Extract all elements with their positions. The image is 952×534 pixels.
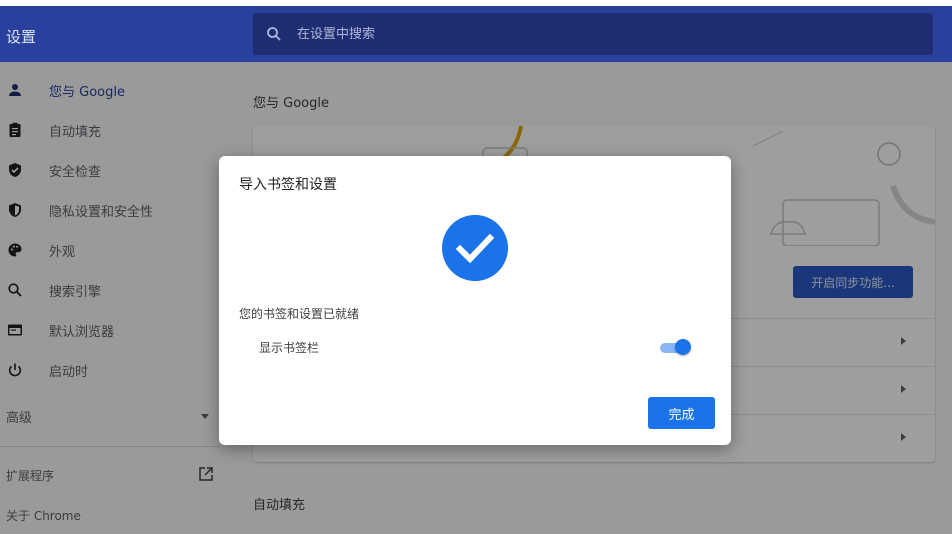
dialog-title: 导入书签和设置 [239, 177, 337, 193]
search-input[interactable] [297, 13, 897, 55]
show-bookmarks-bar-toggle[interactable] [659, 339, 691, 357]
toggle-knob [675, 339, 691, 355]
done-button[interactable]: 完成 [648, 397, 715, 429]
settings-search-box[interactable] [253, 13, 933, 55]
show-bookmarks-bar-label: 显示书签栏 [259, 341, 320, 355]
import-bookmarks-dialog: 导入书签和设置 您的书签和设置已就绪 显示书签栏 完成 [219, 156, 731, 445]
success-check-icon [442, 215, 508, 281]
search-icon [267, 27, 281, 41]
ready-message: 您的书签和设置已就绪 [239, 307, 360, 321]
settings-header: 设置 [0, 0, 952, 62]
page-title: 设置 [6, 28, 37, 46]
